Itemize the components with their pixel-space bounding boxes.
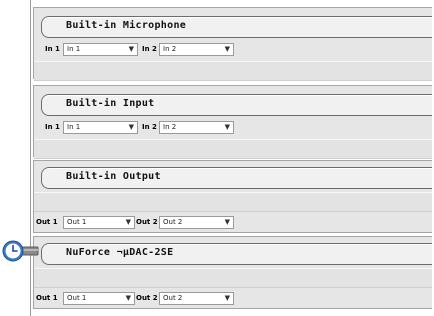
- chevron-down-icon: ▼: [128, 45, 134, 53]
- empty-row: [34, 139, 432, 159]
- device-header[interactable]: NuForce ¬µDAC-2SE: [41, 243, 432, 265]
- device-name: NuForce ¬µDAC-2SE: [66, 247, 174, 258]
- channel-1-select[interactable]: Out 1 ▼: [63, 216, 135, 229]
- chevron-down-icon: ▼: [224, 45, 230, 53]
- device-header[interactable]: Built-in Microphone: [41, 16, 432, 38]
- device-name: Built-in Input: [66, 98, 155, 109]
- chevron-down-icon: ▼: [224, 294, 230, 302]
- empty-row: [34, 268, 432, 288]
- select-value: Out 2: [163, 218, 183, 226]
- device-panel-built-in-microphone: Built-in Microphone In 1 In 1 ▼ In 2 In …: [33, 7, 432, 81]
- window-left-edge: [30, 0, 31, 316]
- chevron-down-icon: ▼: [125, 218, 131, 226]
- channel-2-select[interactable]: Out 2 ▼: [159, 292, 234, 305]
- channel-row: In 1 In 1 ▼ In 2 In 2 ▼: [34, 118, 432, 138]
- channel-label: Out 1: [36, 294, 58, 302]
- select-value: In 2: [163, 45, 177, 53]
- select-value: In 2: [163, 123, 177, 131]
- device-panel-nuforce: NuForce ¬µDAC-2SE Out 1 Out 1 ▼ Out 2 Ou…: [33, 236, 432, 309]
- device-panel-built-in-input: Built-in Input In 1 In 1 ▼ In 2 In 2 ▼: [33, 85, 432, 159]
- chevron-down-icon: ▼: [128, 123, 134, 131]
- channel-label: In 1: [45, 45, 60, 53]
- channel-row: Out 1 Out 1 ▼ Out 2 Out 2 ▼: [34, 289, 432, 309]
- channel-label: Out 2: [136, 294, 158, 302]
- channel-2-select[interactable]: In 2 ▼: [159, 43, 234, 56]
- device-panel-built-in-output: Built-in Output Out 1 Out 1 ▼ Out 2 Out …: [33, 160, 432, 233]
- empty-row: [34, 192, 432, 212]
- device-name: Built-in Microphone: [66, 20, 187, 31]
- channel-1-select[interactable]: Out 1 ▼: [63, 292, 135, 305]
- chevron-down-icon: ▼: [224, 123, 230, 131]
- clock-icon[interactable]: [2, 240, 39, 262]
- select-value: Out 2: [163, 294, 183, 302]
- device-name: Built-in Output: [66, 171, 161, 182]
- select-value: Out 1: [67, 294, 87, 302]
- select-value: Out 1: [67, 218, 87, 226]
- chevron-down-icon: ▼: [224, 218, 230, 226]
- device-header[interactable]: Built-in Input: [41, 94, 432, 116]
- channel-2-select[interactable]: Out 2 ▼: [159, 216, 234, 229]
- channel-row: In 1 In 1 ▼ In 2 In 2 ▼: [34, 40, 432, 60]
- channel-2-select[interactable]: In 2 ▼: [159, 121, 234, 134]
- device-header[interactable]: Built-in Output: [41, 167, 432, 189]
- channel-label: In 2: [142, 45, 157, 53]
- channel-1-select[interactable]: In 1 ▼: [63, 43, 138, 56]
- channel-1-select[interactable]: In 1 ▼: [63, 121, 138, 134]
- channel-label: In 2: [142, 123, 157, 131]
- channel-row: Out 1 Out 1 ▼ Out 2 Out 2 ▼: [34, 213, 432, 233]
- chevron-down-icon: ▼: [125, 294, 131, 302]
- select-value: In 1: [67, 123, 81, 131]
- channel-label: In 1: [45, 123, 60, 131]
- select-value: In 1: [67, 45, 81, 53]
- channel-label: Out 2: [136, 218, 158, 226]
- channel-label: Out 1: [36, 218, 58, 226]
- empty-row: [34, 61, 432, 81]
